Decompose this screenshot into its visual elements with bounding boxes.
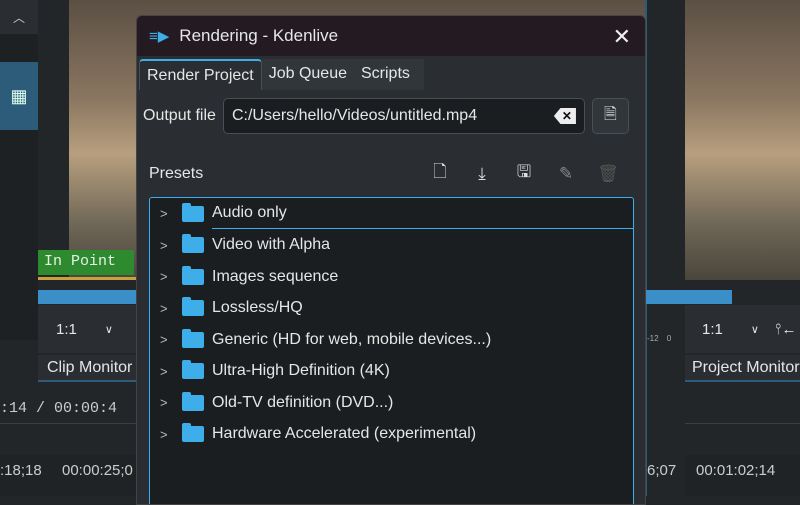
chevron-right-icon[interactable]: > [160,427,182,442]
chevron-right-icon[interactable]: > [160,332,182,347]
right-divider [645,0,685,496]
preset-category[interactable]: > Audio only [150,198,633,230]
folder-icon [182,265,204,285]
folder-icon [182,297,204,317]
preset-category-label: Generic (HD for web, mobile devices...) [212,330,492,348]
set-in-icon[interactable]: ⫯← [775,321,797,338]
in-point-label: In Point [38,250,134,275]
output-file-label: Output file [143,107,216,124]
chevron-right-icon[interactable]: > [160,269,182,284]
browse-file-button[interactable]: 🗎 [591,98,629,134]
kdenlive-logo-icon: ≡▶ [149,28,170,45]
folder-icon [182,360,204,380]
ruler-label: 00:00:25;0 [62,462,133,479]
chevron-up-icon[interactable]: ︿ [0,0,38,34]
preset-category-label: Ultra-High Definition (4K) [212,362,390,380]
timecode-display: :14 / 00:00:4 [0,400,118,417]
ruler-label: 6;07 [647,462,677,479]
close-icon[interactable]: ✕ [613,24,631,50]
preset-category-label: Old-TV definition (DVD...) [212,393,394,411]
preset-category-label: Hardware Accelerated (experimental) [212,425,477,443]
save-preset-icon[interactable]: 🖫 [503,159,545,188]
new-preset-icon[interactable]: 🗋 [419,159,461,188]
tab-label: Clip Monitor [47,358,133,376]
project-timeline-bar[interactable] [645,290,732,304]
tab-job-queue[interactable]: Job Queue [261,59,354,90]
preset-category[interactable]: > Hardware Accelerated (experimental) [150,419,633,451]
title-bar: ≡▶ Rendering - Kdenlive ✕ [137,16,645,56]
folder-icon [182,328,204,348]
preset-category[interactable]: > Ultra-High Definition (4K) [150,356,633,388]
rendering-dialog: ≡▶ Rendering - Kdenlive ✕ Render Project… [136,15,646,505]
preset-category[interactable]: > Old-TV definition (DVD...) [150,387,633,419]
chevron-right-icon[interactable]: > [160,364,182,379]
clear-icon[interactable]: ✕ [553,108,576,124]
chevron-down-icon: ∨ [750,323,759,336]
preset-category-label: Video with Alpha [212,236,331,254]
tab-label: Project Monitor [692,358,800,376]
audio-meter: -12 0 [647,334,671,343]
edit-preset-icon[interactable]: ✎ [545,164,587,184]
presets-tree[interactable]: > Audio only > Video with Alpha > Images sequ… [149,197,634,504]
film-icon[interactable]: ▦ [0,62,38,130]
preset-category[interactable]: > Generic (HD for web, mobile devices...) [150,324,633,356]
meter-label: -12 [647,334,659,343]
chevron-down-icon: ∨ [104,323,113,336]
project-zoom-select[interactable]: 1:1 ∨ ⫯← [685,305,800,353]
tab-project-monitor[interactable]: Project Monitor [685,355,800,382]
left-panel [0,0,38,340]
dialog-title: Rendering - Kdenlive [179,26,339,45]
clip-zoom-value: 1:1 [56,320,77,338]
download-preset-icon[interactable]: ⤓ [461,164,503,184]
folder-icon [182,391,204,411]
preset-category[interactable]: > Video with Alpha [150,230,633,262]
presets-label: Presets [149,164,204,182]
ruler-label: :18;18 [0,462,42,479]
tab-render-project[interactable]: Render Project [139,59,262,90]
ruler-label: 00:01:02;14 [696,462,776,479]
clip-timeline-bar[interactable] [38,290,138,304]
open-file-icon: 🗎 [604,105,617,123]
tab-clip-monitor[interactable]: Clip Monitor [38,355,136,382]
folder-icon [182,202,204,222]
preset-category-label: Audio only [212,204,633,230]
chevron-right-icon[interactable]: > [160,206,182,221]
output-file-value: C:/Users/hello/Videos/untitled.mp4 [231,107,478,124]
delete-preset-icon[interactable]: 🗑 [587,164,629,184]
chevron-right-icon[interactable]: > [160,395,182,410]
output-file-input[interactable]: C:/Users/hello/Videos/untitled.mp4 ✕ [222,98,585,134]
folder-icon [182,234,204,254]
meter-label: 0 [666,334,672,343]
zone-marker [38,277,136,280]
folder-icon [182,423,204,443]
chevron-right-icon[interactable]: > [160,301,182,316]
preset-category-label: Lossless/HQ [212,299,303,317]
tab-bar: Render Project Job Queue Scripts [137,59,645,90]
preset-category[interactable]: > Images sequence [150,261,633,293]
clip-zoom-select[interactable]: 1:1 ∨ [38,305,136,353]
chevron-right-icon[interactable]: > [160,238,182,253]
project-zoom-value: 1:1 [702,320,723,338]
preset-category-label: Images sequence [212,267,339,285]
tab-scripts[interactable]: Scripts [354,59,424,90]
preset-category[interactable]: > Lossless/HQ [150,293,633,325]
